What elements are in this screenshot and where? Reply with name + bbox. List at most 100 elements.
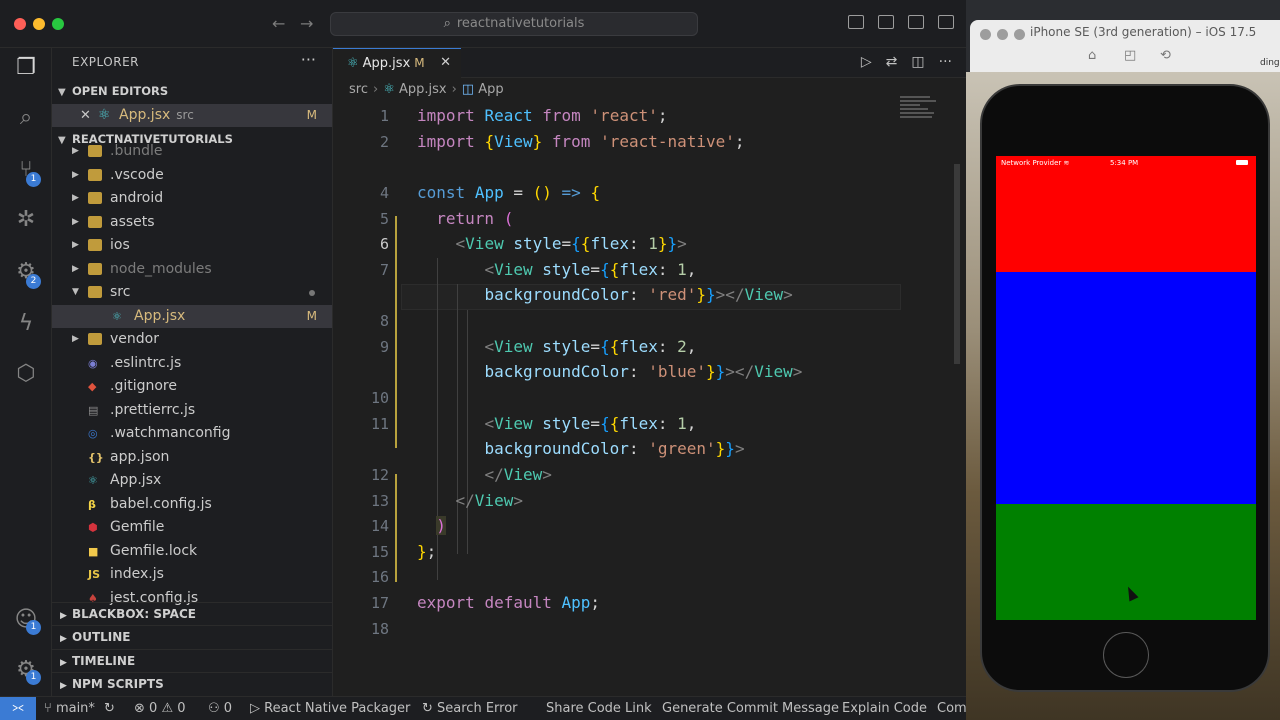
chevron-right-icon: ▶	[72, 169, 79, 180]
maximize-window-button[interactable]	[52, 18, 64, 30]
forward-arrow-icon[interactable]: →	[300, 14, 313, 33]
chevron-right-icon: ▶	[72, 240, 79, 250]
tree-item-gitignore[interactable]: ◆ .gitignore	[52, 375, 332, 398]
line-number: 12	[370, 466, 389, 484]
run-icon[interactable]: ▷	[861, 54, 872, 70]
folder-icon	[88, 333, 102, 345]
breadcrumb-src[interactable]: src	[349, 82, 368, 97]
branch-status[interactable]: ⑂ main*	[44, 698, 95, 720]
tab-app-jsx[interactable]: ⚛ App.jsx M ✕	[333, 48, 461, 78]
tree-item-eslintrc-js[interactable]: ◉ .eslintrc.js	[52, 352, 332, 375]
chevron-right-icon: ›	[451, 82, 457, 97]
share-code-link-status[interactable]: Share Code Link	[546, 698, 652, 720]
ports-status[interactable]: ⚇ 0	[208, 698, 232, 720]
more-actions-icon[interactable]: ···	[939, 54, 952, 70]
tree-item-index-js[interactable]: JS index.js	[52, 563, 332, 586]
explorer-files-icon[interactable]: ❐	[12, 54, 40, 82]
open-editors-header[interactable]: ▼ OPEN EDITORS	[52, 80, 332, 102]
tree-item-vscode[interactable]: ▶ .vscode	[52, 164, 332, 187]
toggle-panel-icon[interactable]	[878, 15, 894, 29]
tree-item-ios[interactable]: ▶ ios	[52, 234, 332, 257]
code-line: backgroundColor: 'red'}}></View>	[484, 285, 793, 304]
tree-item-vendor[interactable]: ▶ vendor	[52, 328, 332, 351]
search-icon[interactable]: ⌕	[12, 104, 40, 132]
run-debug-icon[interactable]: ✲	[12, 206, 40, 234]
line-number: 5	[379, 210, 389, 228]
truncated-status-item[interactable]: Com	[937, 698, 966, 720]
rotate-icon[interactable]: ⟲	[1160, 48, 1171, 63]
npm-scripts-section[interactable]: ▶ NPM SCRIPTS	[52, 672, 332, 695]
close-window-button[interactable]	[980, 29, 991, 40]
chevron-right-icon: ▶	[72, 334, 79, 344]
open-editor-item[interactable]: ✕ ⚛ App.jsx src M	[52, 104, 332, 127]
breadcrumb-file[interactable]: App.jsx	[399, 82, 447, 97]
babel-file-icon: β	[88, 497, 96, 511]
react-native-packager-status[interactable]: ▷ React Native Packager	[250, 698, 410, 720]
generate-commit-message-status[interactable]: Generate Commit Message	[662, 698, 839, 720]
modified-status: M	[306, 308, 317, 323]
home-icon[interactable]: ⌂	[1088, 48, 1096, 63]
remote-indicator-icon[interactable]: ⪥	[0, 697, 36, 720]
tree-item-label: .watchmanconfig	[110, 425, 231, 441]
blackbox-icon[interactable]: ϟ	[12, 310, 40, 338]
section-label: NPM SCRIPTS	[72, 677, 164, 691]
tree-item-src[interactable]: ▼ src	[52, 281, 332, 304]
iphone-simulator: Network Provider ≋ 5:34 PM	[980, 84, 1270, 692]
simulator-title: iPhone SE (3rd generation) – iOS 17.5	[1030, 25, 1257, 39]
folder-icon	[88, 286, 102, 298]
maximize-window-button[interactable]	[1014, 29, 1025, 40]
blackbox-space-section[interactable]: ▶ BLACKBOX: SPACE	[52, 602, 332, 625]
close-editor-icon[interactable]: ✕	[80, 104, 91, 127]
split-editor-icon[interactable]: ◫	[911, 54, 924, 70]
modified-dot-icon	[309, 290, 315, 296]
search-error-status[interactable]: ↻ Search Error	[422, 698, 518, 720]
command-center-search[interactable]: ⌕ reactnativetutorials	[330, 12, 698, 36]
close-window-button[interactable]	[14, 18, 26, 30]
tree-item-node-modules[interactable]: ▶ node_modules	[52, 258, 332, 281]
problems-status[interactable]: ⊗ 0 ⚠ 0	[134, 698, 186, 720]
minimize-window-button[interactable]	[997, 29, 1008, 40]
back-arrow-icon[interactable]: ←	[272, 14, 285, 33]
code-line: import React from 'react';	[417, 106, 668, 125]
explain-code-status[interactable]: Explain Code	[842, 698, 927, 720]
folder-icon	[88, 192, 102, 204]
tree-item-android[interactable]: ▶ android	[52, 187, 332, 210]
line-number: 2	[379, 133, 389, 151]
code-line: const App = () => {	[417, 183, 601, 202]
editor-scrollbar[interactable]	[954, 164, 960, 364]
more-actions-icon[interactable]: ···	[301, 50, 316, 69]
tree-item-watchmanconfig[interactable]: ◎ .watchmanconfig	[52, 422, 332, 445]
home-button[interactable]	[1103, 632, 1149, 678]
tree-item-app-jsx[interactable]: ⚛ App.jsx	[52, 469, 332, 492]
tree-item-prettierrc-js[interactable]: ▤ .prettierrc.js	[52, 399, 332, 422]
line-number: 8	[379, 312, 389, 330]
phone-screen[interactable]: Network Provider ≋ 5:34 PM	[996, 156, 1256, 620]
remote-explorer-icon[interactable]: ⬡	[12, 360, 40, 388]
code-editor[interactable]: 1 2 4 5 6 7 8 9 10 11 12 13 14 15 16 17 …	[333, 96, 966, 696]
customize-layout-icon[interactable]	[938, 15, 954, 29]
line-number: 11	[370, 415, 389, 433]
screenshot-icon[interactable]: ◰	[1124, 48, 1136, 63]
minimize-window-button[interactable]	[33, 18, 45, 30]
ports-icon: ⚇	[208, 701, 224, 716]
toggle-sidebar-icon[interactable]	[848, 15, 864, 29]
tree-item-babel-config-js[interactable]: β babel.config.js	[52, 493, 332, 516]
tab-label: App.jsx	[362, 56, 411, 71]
tab-bar: ⚛ App.jsx M ✕ ▷ ⇄ ◫ ···	[333, 48, 966, 78]
outline-section[interactable]: ▶ OUTLINE	[52, 625, 332, 648]
compare-changes-icon[interactable]: ⇄	[886, 54, 898, 70]
breadcrumb-symbol[interactable]: App	[478, 82, 503, 97]
tree-item-assets[interactable]: ▶ assets	[52, 211, 332, 234]
tree-item-gemfile[interactable]: ⬢ Gemfile	[52, 516, 332, 539]
sync-icon[interactable]: ↻	[104, 698, 115, 720]
minimap[interactable]	[900, 96, 940, 136]
close-tab-icon[interactable]: ✕	[440, 49, 451, 77]
layout-controls	[848, 15, 954, 29]
react-file-icon: ⚛	[347, 56, 359, 71]
tree-item-app-jsx[interactable]: ⚛ App.jsx M	[52, 304, 332, 328]
toggle-secondary-sidebar-icon[interactable]	[908, 15, 924, 29]
tree-item-bundle[interactable]: ▶ .bundle	[52, 140, 332, 163]
tree-item-app-json[interactable]: {} app.json	[52, 446, 332, 469]
timeline-section[interactable]: ▶ TIMELINE	[52, 649, 332, 672]
tree-item-gemfile-lock[interactable]: ■ Gemfile.lock	[52, 540, 332, 563]
